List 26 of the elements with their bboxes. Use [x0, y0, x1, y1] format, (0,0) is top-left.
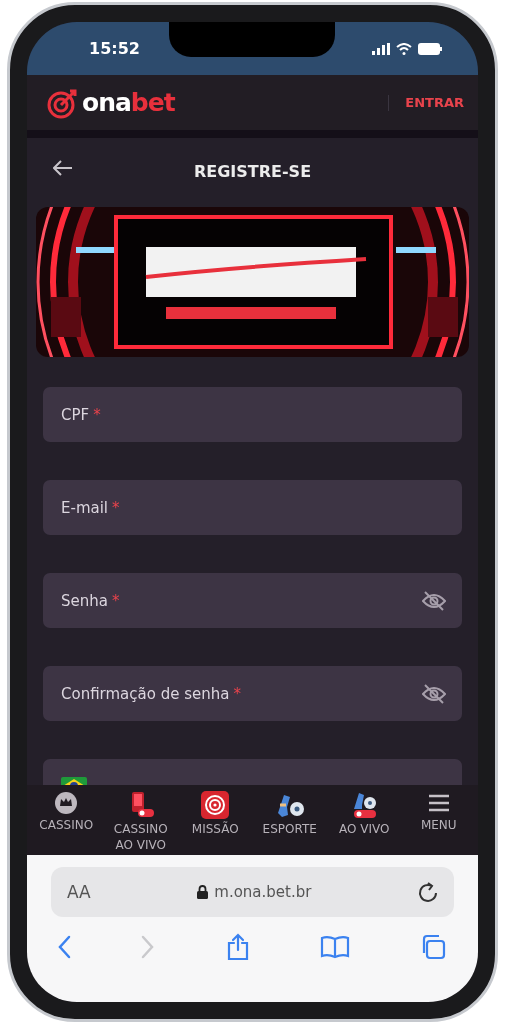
password-field[interactable]: Senha * — [43, 573, 462, 628]
text-size-button[interactable]: AA — [67, 882, 91, 902]
brand-wordmark: onabet — [82, 90, 175, 115]
battery-icon — [418, 42, 442, 55]
nav-item[interactable]: MENU — [401, 785, 476, 833]
wifi-icon — [396, 42, 412, 55]
signal-icon — [372, 42, 390, 55]
lock-icon — [197, 885, 209, 899]
address-bar[interactable]: AA m.ona.bet.br — [51, 867, 454, 917]
login-button[interactable]: ENTRAR — [403, 91, 466, 114]
nav-item[interactable]: ESPORTE — [252, 785, 327, 837]
nav-item[interactable]: CASSINO AO VIVO — [103, 785, 178, 853]
target-icon — [201, 791, 230, 819]
nav-item[interactable]: AO VIVO — [327, 785, 402, 837]
input-field[interactable]: CPF * — [43, 387, 462, 442]
nav-item[interactable]: MISSÃO — [178, 785, 253, 837]
input-field[interactable]: E-mail * — [43, 480, 462, 535]
page-title: REGISTRE-SE — [193, 161, 312, 181]
url-text: m.ona.bet.br — [214, 883, 312, 901]
nav-item[interactable]: CASSINO — [29, 785, 104, 833]
clock: 15:52 — [89, 39, 140, 58]
crown-coin-icon — [54, 791, 79, 815]
eye-off-icon[interactable] — [422, 683, 446, 704]
reload-icon[interactable] — [418, 881, 438, 903]
eye-off-icon[interactable] — [422, 590, 446, 611]
password-field[interactable]: Confirmação de senha * — [43, 666, 462, 721]
